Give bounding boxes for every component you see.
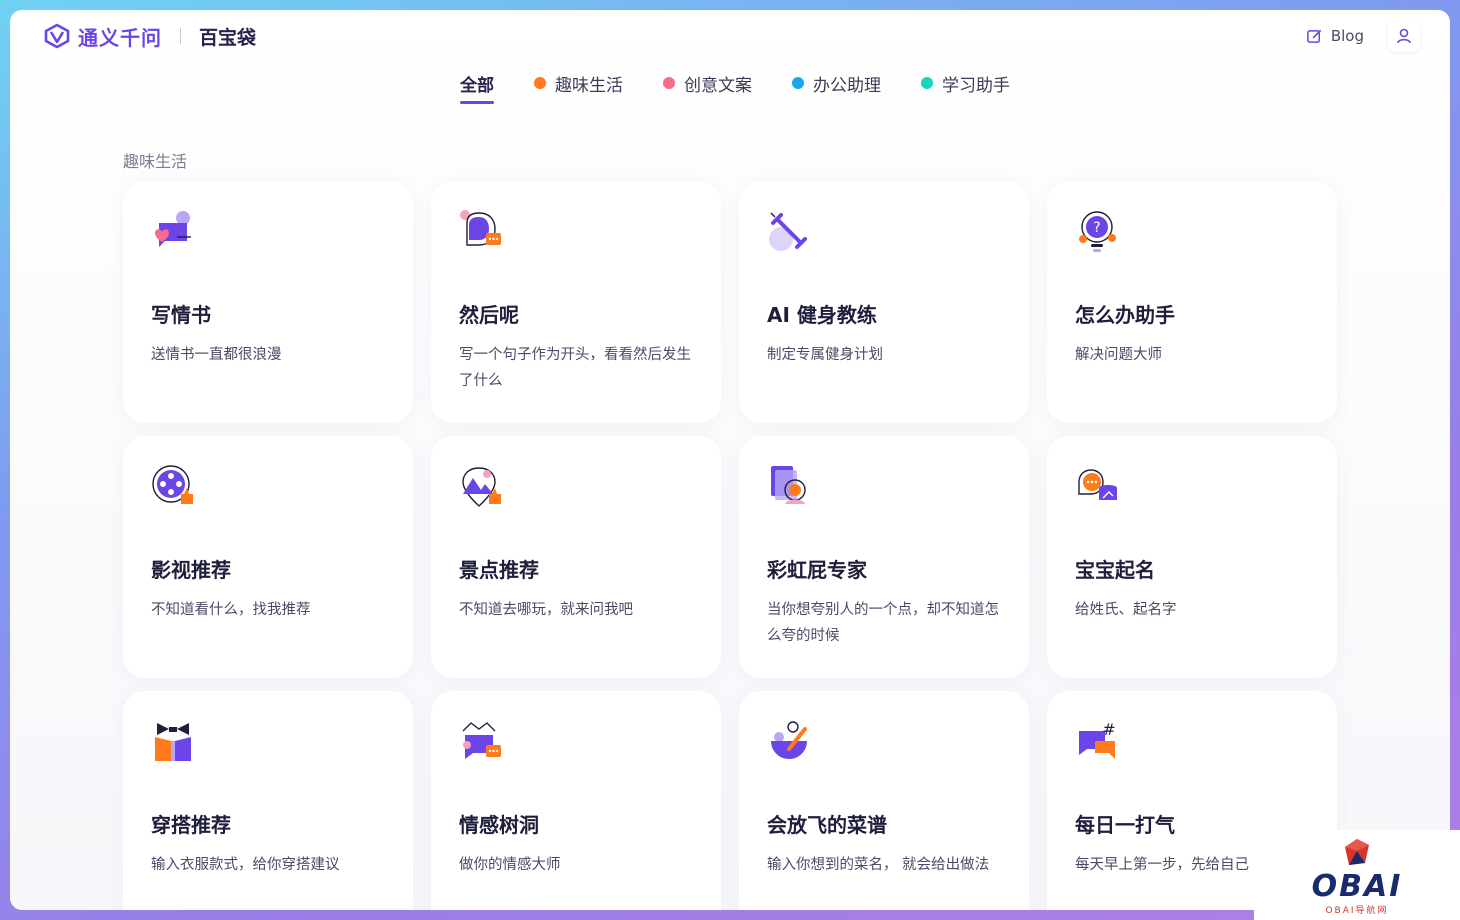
card-what-to-do[interactable]: ? 怎么办助手 解决问题大师 (1047, 181, 1337, 423)
card-desc: 不知道看什么，找我推荐 (151, 602, 311, 618)
card-title: 宝宝起名 (1075, 558, 1155, 582)
category-tabs: 全部 趣味生活 创意文案 办公助理 学习助手 (10, 68, 1450, 104)
tab-all[interactable]: 全部 (460, 68, 494, 104)
lightbulb-question-icon: ? (1079, 211, 1116, 252)
card-desc: 输入你想到的菜名， 就会给出做法 (767, 857, 990, 873)
card-what-next[interactable]: 然后呢 写一个句子作为开头，看看然后发生了什么 (431, 181, 721, 423)
card-title: 怎么办助手 (1075, 303, 1175, 327)
cheer-hashtag-icon: # (1079, 720, 1116, 759)
card-grid: 写情书 送情书一直都很浪漫 然后呢 写一个句子作为开头，看看然后发生了什么 AI… (123, 181, 1353, 910)
dumbbell-icon (769, 212, 807, 251)
card-desc: 送情书一直都很浪漫 (151, 347, 282, 363)
card-desc: 当你想夸别人的一个点，却不知道怎么夸的时候 (767, 602, 999, 644)
watermark-text: OBAI (1311, 868, 1403, 904)
card-baby-naming[interactable]: 宝宝起名 给姓氏、起名字 (1047, 436, 1337, 678)
brand[interactable]: 通义千问 百宝袋 (44, 22, 256, 51)
card-desc: 不知道去哪玩，就来问我吧 (459, 602, 633, 618)
card-title: 影视推荐 (151, 558, 231, 582)
tab-dot-teal (921, 77, 933, 89)
tab-dot-pink (663, 77, 675, 89)
tongyi-logo-icon (44, 23, 70, 49)
cube-logo-icon (1345, 838, 1369, 865)
baby-name-icon (1078, 469, 1117, 500)
card-ai-fitness[interactable]: AI 健身教练 制定专属健身计划 (739, 181, 1029, 423)
svg-text:#: # (1102, 720, 1115, 739)
card-emotion-treehole[interactable]: 情感树洞 做你的情感大师 (431, 691, 721, 910)
tab-label: 趣味生活 (555, 75, 623, 96)
obai-watermark: OBAI OBAI导航网 (1254, 830, 1460, 920)
card-title: 景点推荐 (459, 558, 539, 582)
tab-label: 办公助理 (813, 75, 881, 96)
card-desc: 给姓氏、起名字 (1075, 602, 1177, 618)
card-title: 情感树洞 (459, 813, 539, 837)
card-title: 会放飞的菜谱 (767, 813, 887, 837)
card-movie-recommend[interactable]: 影视推荐 不知道看什么，找我推荐 (123, 436, 413, 678)
brand-name: 通义千问 (78, 25, 162, 50)
card-flying-recipe[interactable]: 会放飞的菜谱 输入你想到的菜名， 就会给出做法 (739, 691, 1029, 910)
app-window: 通义千问 百宝袋 Blog 全部 趣味生活 创意文案 办公助理 学习助手 趣味生… (10, 10, 1450, 910)
compliment-icon (771, 466, 806, 504)
tab-creative-copy[interactable]: 创意文案 (663, 68, 752, 98)
card-title: 彩虹屁专家 (767, 558, 867, 582)
brand-separator (180, 28, 181, 44)
edit-icon (1306, 29, 1321, 43)
map-pin-icon (462, 467, 501, 507)
blog-link[interactable]: Blog (1306, 27, 1364, 45)
card-desc: 做你的情感大师 (459, 857, 561, 873)
tab-dot-orange (534, 77, 546, 89)
card-compliment-expert[interactable]: 彩虹屁专家 当你想夸别人的一个点，却不知道怎么夸的时候 (739, 436, 1029, 678)
card-title: 穿搭推荐 (151, 813, 231, 837)
card-desc: 输入衣服款式，给你穿搭建议 (151, 857, 340, 873)
card-attraction-recommend[interactable]: 景点推荐 不知道去哪玩，就来问我吧 (431, 436, 721, 678)
emotion-chat-icon (462, 722, 501, 759)
user-avatar-button[interactable] (1388, 20, 1420, 52)
tab-study-assistant[interactable]: 学习助手 (921, 68, 1010, 98)
film-reel-icon (152, 465, 193, 504)
watermark-subtext: OBAI导航网 (1325, 905, 1389, 916)
outfit-icon (155, 723, 191, 761)
section-title: 趣味生活 (123, 152, 188, 171)
tab-label: 学习助手 (942, 75, 1010, 96)
card-outfit-recommend[interactable]: 穿搭推荐 输入衣服款式，给你穿搭建议 (123, 691, 413, 910)
recipe-bowl-icon (771, 721, 807, 759)
card-desc: 写一个句子作为开头，看看然后发生了什么 (459, 347, 691, 389)
tab-fun-life[interactable]: 趣味生活 (534, 68, 623, 98)
card-desc: 制定专属健身计划 (767, 347, 883, 363)
header-actions: Blog (1306, 20, 1420, 52)
card-love-letter[interactable]: 写情书 送情书一直都很浪漫 (123, 181, 413, 423)
card-title: 然后呢 (459, 303, 519, 327)
svg-text:?: ? (1093, 220, 1100, 236)
top-header: 通义千问 百宝袋 Blog (10, 10, 1450, 62)
chat-bubble-icon (460, 210, 501, 246)
tab-label: 全部 (460, 75, 494, 96)
tab-dot-blue (792, 77, 804, 89)
tab-label: 创意文案 (684, 75, 752, 96)
user-icon (1397, 28, 1411, 44)
blog-label: Blog (1330, 27, 1364, 45)
card-title: 写情书 (151, 303, 211, 327)
card-desc: 解决问题大师 (1075, 347, 1162, 363)
tab-office-assistant[interactable]: 办公助理 (792, 68, 881, 98)
love-letter-icon (155, 211, 191, 247)
card-title: AI 健身教练 (767, 303, 877, 327)
brand-subtitle: 百宝袋 (199, 26, 257, 49)
